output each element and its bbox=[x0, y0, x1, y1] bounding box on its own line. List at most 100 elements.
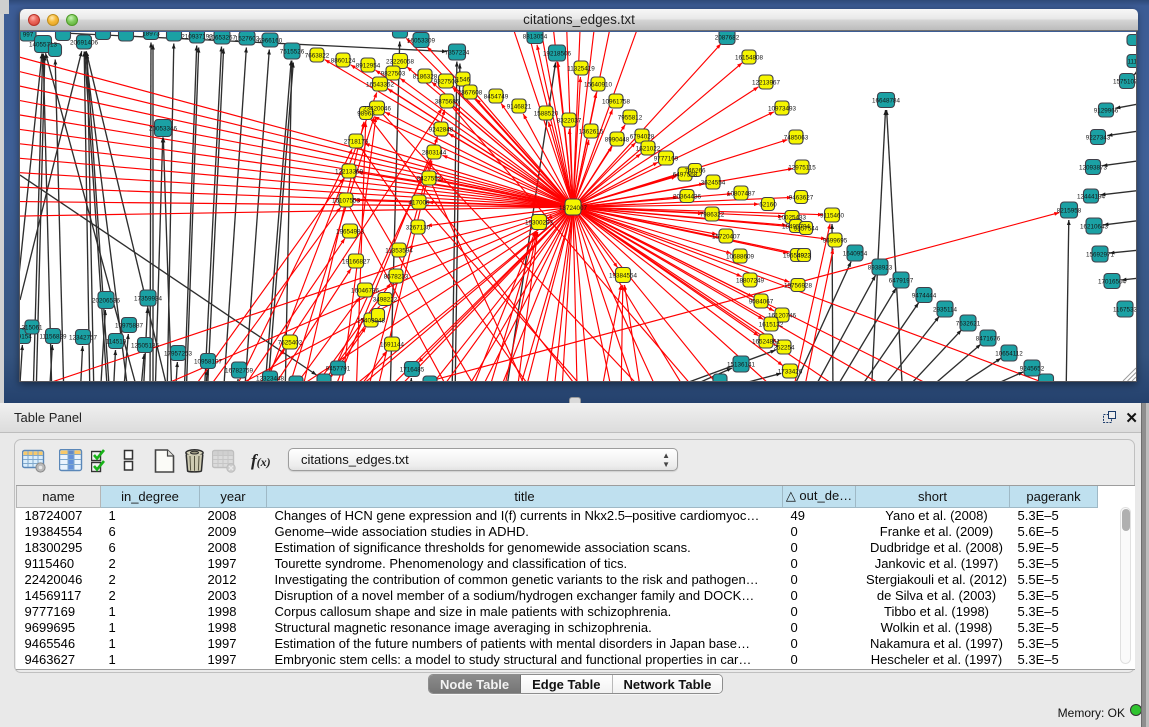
svg-text:6794028: 6794028 bbox=[630, 134, 655, 141]
svg-text:7632621: 7632621 bbox=[956, 321, 981, 328]
svg-text:1527602: 1527602 bbox=[235, 36, 260, 43]
svg-text:7485063: 7485063 bbox=[784, 135, 809, 142]
svg-text:11353594: 11353594 bbox=[385, 248, 413, 255]
svg-text:746266: 746266 bbox=[684, 168, 706, 175]
svg-text:1733426: 1733426 bbox=[778, 369, 803, 376]
svg-text:12444194: 12444194 bbox=[1077, 194, 1106, 201]
svg-text:1588520: 1588520 bbox=[534, 111, 559, 118]
svg-text:8471676: 8471676 bbox=[976, 336, 1001, 343]
svg-text:19218506: 19218506 bbox=[543, 51, 572, 58]
svg-text:10688609: 10688609 bbox=[726, 254, 755, 261]
svg-text:8938923: 8938923 bbox=[868, 265, 893, 272]
svg-text:19300293: 19300293 bbox=[525, 220, 554, 227]
svg-text:9777169: 9777169 bbox=[654, 156, 679, 163]
svg-text:8860124: 8860124 bbox=[331, 58, 356, 65]
svg-text:19166827: 19166827 bbox=[342, 259, 371, 266]
svg-text:9115460: 9115460 bbox=[820, 213, 845, 220]
svg-text:9245652: 9245652 bbox=[1020, 366, 1045, 373]
svg-text:12093873: 12093873 bbox=[1079, 165, 1108, 172]
svg-text:3498222: 3498222 bbox=[373, 297, 398, 304]
svg-text:15692971: 15692971 bbox=[1086, 252, 1115, 259]
svg-text:19654983: 19654983 bbox=[336, 229, 365, 236]
svg-text:17957253: 17957253 bbox=[164, 351, 193, 358]
svg-text:8322037: 8322037 bbox=[557, 118, 582, 125]
svg-text:10025433: 10025433 bbox=[778, 215, 807, 222]
svg-text:3624554: 3624554 bbox=[701, 180, 726, 187]
svg-text:1621022: 1621022 bbox=[636, 146, 661, 153]
svg-text:4923: 4923 bbox=[797, 253, 812, 260]
svg-text:15640910: 15640910 bbox=[584, 82, 613, 89]
svg-text:2718176: 2718176 bbox=[344, 139, 369, 146]
svg-text:20691406: 20691406 bbox=[70, 40, 99, 47]
svg-text:16648784: 16648784 bbox=[872, 98, 901, 105]
svg-text:1615132: 1615132 bbox=[759, 322, 784, 329]
svg-text:16046736: 16046736 bbox=[351, 288, 380, 295]
svg-text:17359934: 17359934 bbox=[134, 296, 163, 303]
svg-text:10653267: 10653267 bbox=[208, 35, 237, 42]
svg-text:9357544: 9357544 bbox=[794, 226, 819, 233]
svg-text:252254: 252254 bbox=[773, 345, 795, 352]
svg-text:1716485: 1716485 bbox=[400, 367, 425, 374]
svg-text:16782759: 16782759 bbox=[225, 368, 254, 375]
svg-text:1691144: 1691144 bbox=[380, 342, 405, 349]
svg-text:15136141: 15136141 bbox=[727, 362, 756, 369]
svg-text:8215958: 8215958 bbox=[1057, 208, 1082, 215]
svg-text:10961758: 10961758 bbox=[602, 99, 631, 106]
svg-text:2087682: 2087682 bbox=[715, 35, 740, 42]
svg-text:6966160: 6966160 bbox=[258, 38, 283, 45]
svg-text:7625402: 7625402 bbox=[278, 340, 303, 347]
svg-text:3267130: 3267130 bbox=[406, 225, 431, 232]
svg-text:8990448: 8990448 bbox=[605, 137, 630, 144]
svg-text:315061: 315061 bbox=[21, 325, 43, 332]
svg-text:2803144: 2803144 bbox=[422, 150, 447, 157]
svg-text:11325419: 11325419 bbox=[567, 66, 595, 73]
svg-text:8813054: 8813054 bbox=[523, 34, 548, 41]
svg-text:18807249: 18807249 bbox=[736, 278, 765, 285]
svg-text:19384554: 19384554 bbox=[609, 273, 638, 280]
svg-text:1546: 1546 bbox=[456, 77, 471, 84]
svg-text:18724007: 18724007 bbox=[559, 205, 588, 212]
svg-text:12323448: 12323448 bbox=[256, 376, 285, 382]
svg-text:7515526: 7515526 bbox=[280, 49, 305, 56]
svg-text:9146821: 9146821 bbox=[507, 104, 532, 111]
svg-text:12213967: 12213967 bbox=[752, 80, 781, 87]
svg-text:17016504: 17016504 bbox=[1098, 279, 1127, 286]
svg-text:16210643: 16210643 bbox=[1080, 224, 1109, 231]
svg-text:9827503: 9827503 bbox=[381, 71, 406, 78]
svg-text:18973: 18973 bbox=[142, 32, 160, 38]
svg-text:16053309: 16053309 bbox=[407, 38, 436, 45]
svg-text:16120746: 16120746 bbox=[768, 313, 797, 320]
svg-text:16107553: 16107553 bbox=[332, 198, 361, 205]
svg-text:98963: 98963 bbox=[357, 111, 375, 118]
svg-text:12505135: 12505135 bbox=[131, 343, 160, 350]
svg-text:20206536: 20206536 bbox=[92, 298, 121, 305]
svg-text:19756928: 19756928 bbox=[784, 283, 813, 290]
svg-text:62160: 62160 bbox=[759, 202, 777, 209]
svg-text:9242848: 9242848 bbox=[429, 127, 454, 134]
svg-text:2867608: 2867608 bbox=[458, 90, 483, 97]
svg-text:10654112: 10654112 bbox=[995, 351, 1023, 358]
svg-text:16543362: 16543362 bbox=[366, 82, 395, 89]
svg-text:12342757: 12342757 bbox=[69, 335, 98, 342]
svg-text:8427552: 8427552 bbox=[417, 176, 442, 183]
svg-text:997: 997 bbox=[23, 32, 34, 39]
svg-text:7357224: 7357224 bbox=[445, 50, 470, 57]
svg-text:3875685: 3875685 bbox=[435, 99, 460, 106]
svg-text:1362615: 1362615 bbox=[579, 129, 604, 136]
svg-text:9129966: 9129966 bbox=[1094, 108, 1119, 115]
svg-text:9457791: 9457791 bbox=[326, 366, 351, 373]
svg-text:16154808: 16154808 bbox=[735, 55, 764, 62]
svg-text:15720407: 15720407 bbox=[712, 234, 741, 241]
svg-text:9227343: 9227343 bbox=[1086, 135, 1111, 142]
svg-text:10973493: 10973493 bbox=[768, 106, 797, 113]
svg-text:8912954: 8912954 bbox=[356, 63, 381, 70]
svg-text:1640954: 1640954 bbox=[843, 251, 868, 258]
svg-text:7663822: 7663822 bbox=[305, 53, 330, 60]
svg-text:12213369: 12213369 bbox=[335, 169, 364, 176]
svg-text:15409948: 15409948 bbox=[357, 318, 386, 325]
svg-text:23226058: 23226058 bbox=[386, 59, 415, 66]
svg-text:20364436: 20364436 bbox=[673, 194, 702, 201]
svg-text:10958107: 10958107 bbox=[194, 359, 223, 366]
svg-text:10975887: 10975887 bbox=[115, 323, 144, 330]
svg-text:15751074: 15751074 bbox=[1113, 79, 1136, 86]
